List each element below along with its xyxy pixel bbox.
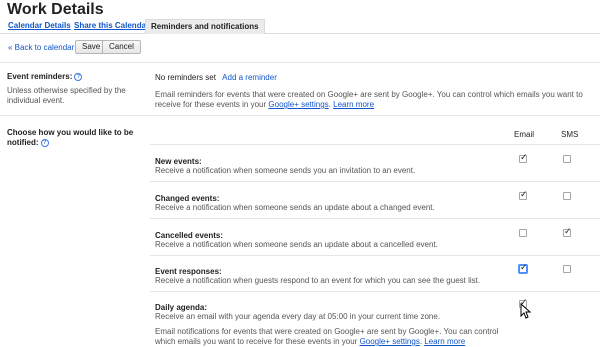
event-responses-title: Event responses: [155,267,222,276]
page-title: Work Details [7,1,104,18]
row-divider [150,181,600,182]
changed-events-email-checkbox[interactable] [519,190,528,200]
daily-agenda-desc: Receive an email with your agenda every … [155,312,441,321]
cancelled-events-sms-checkbox[interactable] [563,227,572,237]
event-reminders-label: Event reminders:? [7,72,83,81]
google-plus-settings-link[interactable]: Google+ settings [268,100,328,109]
divider [0,62,600,63]
tab-reminders-notifications[interactable]: Reminders and notifications [145,19,265,34]
tab-bar: Calendar Details Share this Calendar Rem… [0,19,600,34]
reminders-status: No reminders set Add a reminder [155,73,277,82]
row-divider [150,218,600,219]
new-events-title: New events: [155,157,202,166]
cancel-button[interactable]: Cancel [102,40,141,54]
new-events-sms-checkbox[interactable] [563,155,571,163]
cancelled-events-desc: Receive a notification when someone send… [155,240,438,249]
reminders-info: Email reminders for events that were cre… [155,90,583,109]
help-icon[interactable]: ? [74,72,83,81]
add-reminder-link[interactable]: Add a reminder [222,73,277,82]
help-icon[interactable]: ? [40,138,49,147]
learn-more-link[interactable]: Learn more [333,100,374,109]
row-divider [150,144,600,145]
learn-more-link[interactable]: Learn more [424,337,465,346]
email-column-header: Email [514,130,535,139]
notifications-label: Choose how you would like to be notified… [7,128,134,147]
event-responses-email-checkbox[interactable] [519,263,528,273]
cancelled-events-email-checkbox[interactable] [519,229,527,237]
new-events-email-checkbox[interactable] [519,153,528,163]
tab-share-calendar[interactable]: Share this Calendar [74,21,149,30]
changed-events-desc: Receive a notification when someone send… [155,203,435,212]
toolbar: « Back to calendar Save Cancel [0,38,600,58]
daily-agenda-title: Daily agenda: [155,303,208,312]
notifications-footer: Email notifications for events that were… [155,327,499,346]
tab-calendar-details[interactable]: Calendar Details [8,21,71,30]
changed-events-sms-checkbox[interactable] [563,192,571,200]
row-divider [150,255,600,256]
cancelled-events-title: Cancelled events: [155,231,224,240]
changed-events-title: Changed events: [155,194,220,203]
divider [0,115,600,116]
event-reminders-description: Unless otherwise specified by the indivi… [7,86,126,105]
new-events-desc: Receive a notification when someone send… [155,166,416,175]
mouse-pointer-icon [520,303,532,319]
google-plus-settings-link[interactable]: Google+ settings [360,337,420,346]
row-divider [150,291,600,292]
event-responses-sms-checkbox[interactable] [563,265,571,273]
event-responses-desc: Receive a notification when guests respo… [155,276,481,285]
sms-column-header: SMS [561,130,579,139]
back-to-calendar-link[interactable]: « Back to calendar [8,43,74,52]
